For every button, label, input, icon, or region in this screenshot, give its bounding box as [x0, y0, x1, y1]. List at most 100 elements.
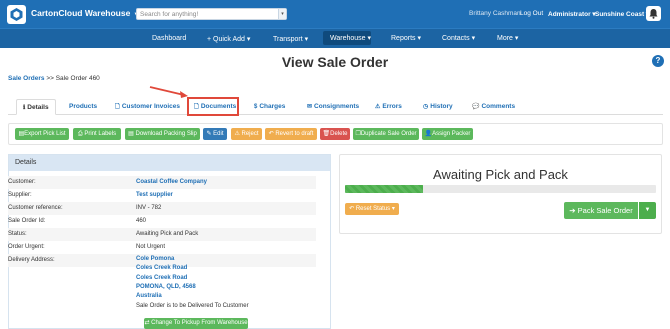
edit-label: Edit: [213, 131, 224, 137]
info-icon: ℹ: [23, 105, 26, 111]
user-name[interactable]: Brittany Cashman: [469, 10, 521, 17]
nav-warehouse-label: Warehouse: [330, 35, 366, 42]
tab-comments[interactable]: 💬 Comments: [472, 99, 515, 115]
clock-icon: ◷: [423, 104, 429, 110]
print-labels-button[interactable]: ⎙ Print Labels: [73, 128, 121, 140]
detail-key: Supplier:: [8, 192, 32, 198]
pack-options-dropdown[interactable]: ▼: [639, 202, 656, 219]
app-logo[interactable]: [7, 5, 26, 24]
detail-row-supplier: Supplier: Test supplier: [8, 189, 316, 202]
nav-more[interactable]: More ▾: [497, 34, 518, 42]
export-pick-list-button[interactable]: ▤Export Pick List: [15, 128, 69, 140]
reject-button[interactable]: ⚠ Reject: [231, 128, 262, 140]
tab-customer-invoices-label: Customer Invoices: [121, 103, 180, 110]
breadcrumb-sale-orders[interactable]: Sale Orders: [8, 75, 45, 82]
chevron-down-icon: ▼: [644, 207, 651, 213]
bell-icon: [649, 9, 658, 19]
export-pick-list-label: Export Pick List: [24, 131, 66, 137]
detail-value: 460: [136, 218, 147, 224]
detail-row-customer: Customer: Coastal Coffee Company: [8, 176, 316, 189]
supplier-link[interactable]: Test supplier: [136, 189, 173, 202]
search-dropdown-icon[interactable]: ▾: [278, 9, 286, 19]
trash-icon: 🗑: [322, 131, 331, 137]
detail-row-customer-reference: Customer reference: INV - 782: [8, 202, 316, 215]
detail-key: Order Urgent:: [8, 244, 45, 250]
address-line: Coles Creek Road: [136, 274, 188, 281]
nav-contacts[interactable]: Contacts ▾: [442, 34, 475, 42]
logout-link[interactable]: Log Out: [520, 10, 543, 17]
tab-charges-label: Charges: [259, 103, 286, 110]
change-to-pickup-button[interactable]: ⇄ Change To Pickup From Warehouse: [144, 318, 248, 329]
tab-customer-invoices[interactable]: 🗋 Customer Invoices: [115, 99, 180, 115]
notifications-button[interactable]: [646, 6, 661, 21]
app-switcher[interactable]: CartonCloud Warehouse▼: [31, 8, 139, 18]
download-packing-slip-label: Download Packing Slip: [135, 131, 197, 137]
tab-comments-label: Comments: [481, 103, 516, 110]
breadcrumb-separator: >>: [46, 75, 54, 82]
dollar-icon: $: [254, 104, 258, 110]
tab-charges[interactable]: $ Charges: [254, 99, 285, 115]
duplicate-sale-order-button[interactable]: ❐Duplicate Sale Order: [353, 128, 419, 140]
detail-key: Customer reference:: [8, 205, 63, 211]
nav-contacts-label: Contacts: [442, 35, 470, 42]
print-labels-label: Print Labels: [84, 131, 117, 137]
tab-consignments-label: Consignments: [314, 103, 360, 110]
detail-row-status: Status: Awaiting Pick and Pack: [8, 228, 316, 241]
delete-label: Delete: [330, 131, 348, 137]
detail-value: Not Urgent: [136, 244, 166, 250]
edit-button[interactable]: ✎ Edit: [203, 128, 227, 140]
nav-reports-label: Reports: [391, 35, 416, 42]
pack-sale-order-label: Pack Sale Order: [577, 206, 633, 215]
duplicate-sale-order-label: Duplicate Sale Order: [360, 131, 417, 137]
nav-reports[interactable]: Reports ▾: [391, 34, 421, 42]
detail-value: Awaiting Pick and Pack: [136, 231, 199, 237]
location-dropdown[interactable]: Sunshine Coast ▾: [595, 10, 649, 18]
detail-key: Customer:: [8, 179, 36, 185]
tab-history[interactable]: ◷ History: [423, 99, 453, 115]
location-label: Sunshine Coast: [595, 11, 645, 18]
nav-more-label: More: [497, 35, 513, 42]
tab-details-label: Details: [27, 104, 49, 111]
delivery-note: Sale Order is to be Delivered To Custome…: [136, 303, 249, 309]
search-input[interactable]: [140, 10, 278, 19]
address-line: POMONA, QLD, 4568: [136, 283, 196, 290]
tab-products[interactable]: Products: [69, 99, 97, 115]
comment-icon: 💬: [472, 104, 480, 110]
detail-row-sale-order-id: Sale Order Id: 460: [8, 215, 316, 228]
reset-status-button[interactable]: ↶ Reset Status ▾: [345, 203, 399, 215]
revert-to-draft-button[interactable]: ↶ Revert to draft: [265, 128, 317, 140]
pack-sale-order-button[interactable]: ➔ Pack Sale Order: [564, 202, 638, 219]
status-progress-bar: [345, 185, 656, 193]
annotation-arrow-icon: [149, 86, 188, 98]
delete-button[interactable]: 🗑Delete: [320, 128, 350, 140]
detail-value: INV - 782: [136, 205, 162, 211]
tab-consignments[interactable]: ✉ Consignments: [307, 99, 359, 115]
tab-errors[interactable]: ⚠ Errors: [375, 99, 402, 115]
role-dropdown[interactable]: Administrator ▾: [548, 10, 596, 18]
tab-details[interactable]: ℹ Details: [16, 99, 56, 115]
nav-items-overlay: Warehouse ▾ Reports ▾ Contacts ▾ More ▾: [0, 28, 670, 48]
progress-fill: [345, 185, 423, 193]
address-line: Coles Creek Road: [136, 265, 188, 272]
nav-warehouse[interactable]: Warehouse ▾: [330, 34, 371, 42]
global-search[interactable]: ▾: [136, 8, 287, 20]
file-icon: 🗋: [115, 104, 120, 110]
role-label: Administrator: [548, 11, 591, 18]
detail-key: Sale Order Id:: [8, 218, 46, 224]
customer-link[interactable]: Coastal Coffee Company: [136, 176, 207, 189]
envelope-icon: ✉: [307, 104, 313, 110]
detail-row-order-urgent: Order Urgent: Not Urgent: [8, 241, 316, 254]
address-line: Cole Pomona: [136, 256, 175, 262]
assign-packer-button[interactable]: 👤Assign Packer: [422, 128, 473, 140]
highlight-box: [187, 97, 239, 116]
page-title: View Sale Order: [281, 54, 389, 70]
undo-icon: ↶: [349, 206, 356, 212]
warning-icon: ⚠: [375, 104, 381, 110]
change-to-pickup-label: Change To Pickup From Warehouse: [151, 320, 248, 326]
tab-products-label: Products: [69, 103, 98, 110]
download-packing-slip-button[interactable]: ▤ Download Packing Slip: [125, 128, 200, 140]
help-button[interactable]: ?: [652, 55, 664, 67]
details-heading: Details: [9, 155, 330, 171]
tab-errors-label: Errors: [382, 103, 402, 110]
status-title: Awaiting Pick and Pack: [433, 167, 568, 182]
